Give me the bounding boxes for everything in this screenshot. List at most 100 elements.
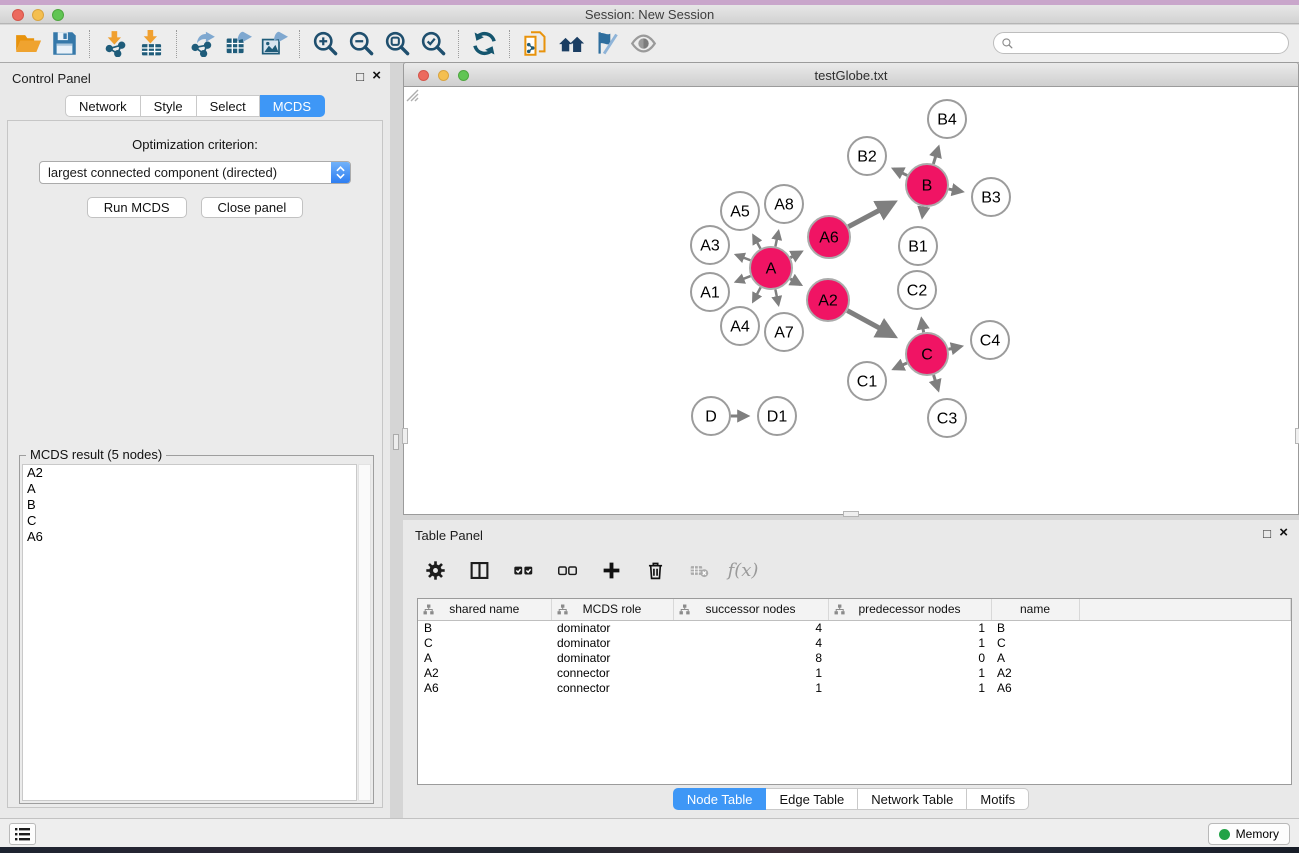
table-cell[interactable]: 1 [828, 635, 991, 650]
zoom-selected-button[interactable] [415, 28, 451, 60]
result-list-item[interactable]: A6 [23, 529, 356, 545]
column-header-name[interactable]: name [991, 599, 1079, 620]
open-session-button[interactable] [10, 28, 46, 60]
tab-network-table[interactable]: Network Table [858, 788, 967, 810]
table-row[interactable]: Adominator80A [418, 650, 1291, 665]
graph-node-C4[interactable]: C4 [971, 321, 1009, 359]
network-window-titlebar[interactable]: testGlobe.txt [403, 62, 1299, 87]
function-builder-button[interactable]: f(x) [729, 556, 757, 584]
graph-edge-B-B1[interactable] [922, 207, 923, 217]
table-cell[interactable]: 8 [673, 650, 828, 665]
search-input[interactable] [1014, 36, 1288, 50]
result-list-item[interactable]: A [23, 481, 356, 497]
table-cell[interactable]: dominator [551, 635, 673, 650]
export-network-button[interactable] [184, 28, 220, 60]
graph-node-B3[interactable]: B3 [972, 178, 1010, 216]
graph-edge-A-A8[interactable] [775, 231, 778, 246]
task-history-button[interactable] [9, 823, 36, 845]
result-list-item[interactable]: B [23, 497, 356, 513]
save-session-button[interactable] [46, 28, 82, 60]
graph-node-B[interactable]: B [906, 164, 948, 206]
tab-style[interactable]: Style [141, 95, 197, 117]
close-panel-icon[interactable]: × [1279, 526, 1288, 540]
import-network-button[interactable] [97, 28, 133, 60]
close-panel-button[interactable]: Close panel [201, 197, 304, 218]
refresh-button[interactable] [466, 28, 502, 60]
table-row[interactable]: Cdominator41C [418, 635, 1291, 650]
graph-node-A2[interactable]: A2 [807, 279, 849, 321]
export-image-button[interactable] [256, 28, 292, 60]
mcds-result-list[interactable]: A2ABCA6 [22, 464, 357, 801]
graph-edge-B-B3[interactable] [949, 189, 962, 191]
import-table-button[interactable] [133, 28, 169, 60]
tab-network[interactable]: Network [65, 95, 141, 117]
graph-node-A4[interactable]: A4 [721, 307, 759, 345]
splitter-handle[interactable] [393, 434, 399, 450]
table-cell[interactable]: 1 [673, 665, 828, 680]
table-cell[interactable]: 1 [828, 620, 991, 635]
delete-table-button[interactable] [685, 556, 713, 584]
table-cell[interactable]: A [418, 650, 551, 665]
graph-node-A7[interactable]: A7 [765, 313, 803, 351]
network-canvas[interactable]: B4B2BB3A5A8A6B1A3AC2A1A2A4A7C4CC1DD1C3 [403, 87, 1299, 515]
result-list-scrollbar[interactable] [358, 464, 371, 801]
copy-network-button[interactable] [517, 28, 553, 60]
result-list-item[interactable]: C [23, 513, 356, 529]
table-cell[interactable]: A2 [418, 665, 551, 680]
graph-node-D1[interactable]: D1 [758, 397, 796, 435]
graph-node-C1[interactable]: C1 [848, 362, 886, 400]
eye-button[interactable] [625, 28, 661, 60]
show-columns-button[interactable] [465, 556, 493, 584]
run-mcds-button[interactable]: Run MCDS [87, 197, 187, 218]
graph-node-C2[interactable]: C2 [898, 271, 936, 309]
graph-edge-A-A6[interactable] [790, 252, 801, 258]
zoom-out-button[interactable] [343, 28, 379, 60]
memory-button[interactable]: Memory [1208, 823, 1290, 845]
table-cell[interactable]: dominator [551, 620, 673, 635]
table-cell[interactable]: 4 [673, 620, 828, 635]
table-cell[interactable]: B [418, 620, 551, 635]
graph-edge-A-A3[interactable] [736, 255, 750, 260]
graph-edge-C-C4[interactable] [948, 346, 961, 349]
graph-edge-C-C1[interactable] [894, 363, 907, 369]
graph-edge-A2-C[interactable] [847, 311, 893, 336]
graph-edge-A6-B[interactable] [848, 203, 893, 227]
tab-edge-table[interactable]: Edge Table [766, 788, 858, 810]
table-settings-button[interactable] [421, 556, 449, 584]
graph-node-D[interactable]: D [692, 397, 730, 435]
zoom-fit-button[interactable] [379, 28, 415, 60]
table-cell[interactable]: 1 [828, 680, 991, 695]
graph-node-A6[interactable]: A6 [808, 216, 850, 258]
graph-node-C[interactable]: C [906, 333, 948, 375]
graph-node-A5[interactable]: A5 [721, 192, 759, 230]
tab-select[interactable]: Select [197, 95, 260, 117]
graph-edge-B-B2[interactable] [894, 169, 908, 176]
table-cell[interactable]: A6 [991, 680, 1079, 695]
graph-node-B2[interactable]: B2 [848, 137, 886, 175]
table-cell[interactable]: A [991, 650, 1079, 665]
table-cell[interactable]: 4 [673, 635, 828, 650]
graph-edge-C-C3[interactable] [934, 375, 939, 390]
graph-edge-C-C2[interactable] [922, 319, 924, 332]
table-cell[interactable]: A6 [418, 680, 551, 695]
graph-edge-A-A4[interactable] [753, 287, 760, 301]
table-row[interactable]: A2connector11A2 [418, 665, 1291, 680]
table-cell[interactable]: connector [551, 680, 673, 695]
graph-node-A1[interactable]: A1 [691, 273, 729, 311]
graph-node-A3[interactable]: A3 [691, 226, 729, 264]
column-header-shared-name[interactable]: shared name [418, 599, 551, 620]
node-table[interactable]: shared nameMCDS rolesuccessor nodesprede… [417, 598, 1292, 785]
graph-edge-A-A1[interactable] [736, 276, 750, 282]
annotation-flag-button[interactable] [589, 28, 625, 60]
resize-grip-icon[interactable] [404, 87, 419, 102]
table-row[interactable]: A6connector11A6 [418, 680, 1291, 695]
network-graph[interactable]: B4B2BB3A5A8A6B1A3AC2A1A2A4A7C4CC1DD1C3 [404, 87, 1298, 513]
graph-edge-A-A7[interactable] [775, 290, 778, 305]
tab-node-table[interactable]: Node Table [673, 788, 767, 810]
table-cell[interactable]: A2 [991, 665, 1079, 680]
table-cell[interactable]: dominator [551, 650, 673, 665]
graph-node-A8[interactable]: A8 [765, 185, 803, 223]
column-header-predecessor-nodes[interactable]: predecessor nodes [828, 599, 991, 620]
table-row[interactable]: Bdominator41B [418, 620, 1291, 635]
graph-edge-B-B4[interactable] [933, 147, 938, 164]
